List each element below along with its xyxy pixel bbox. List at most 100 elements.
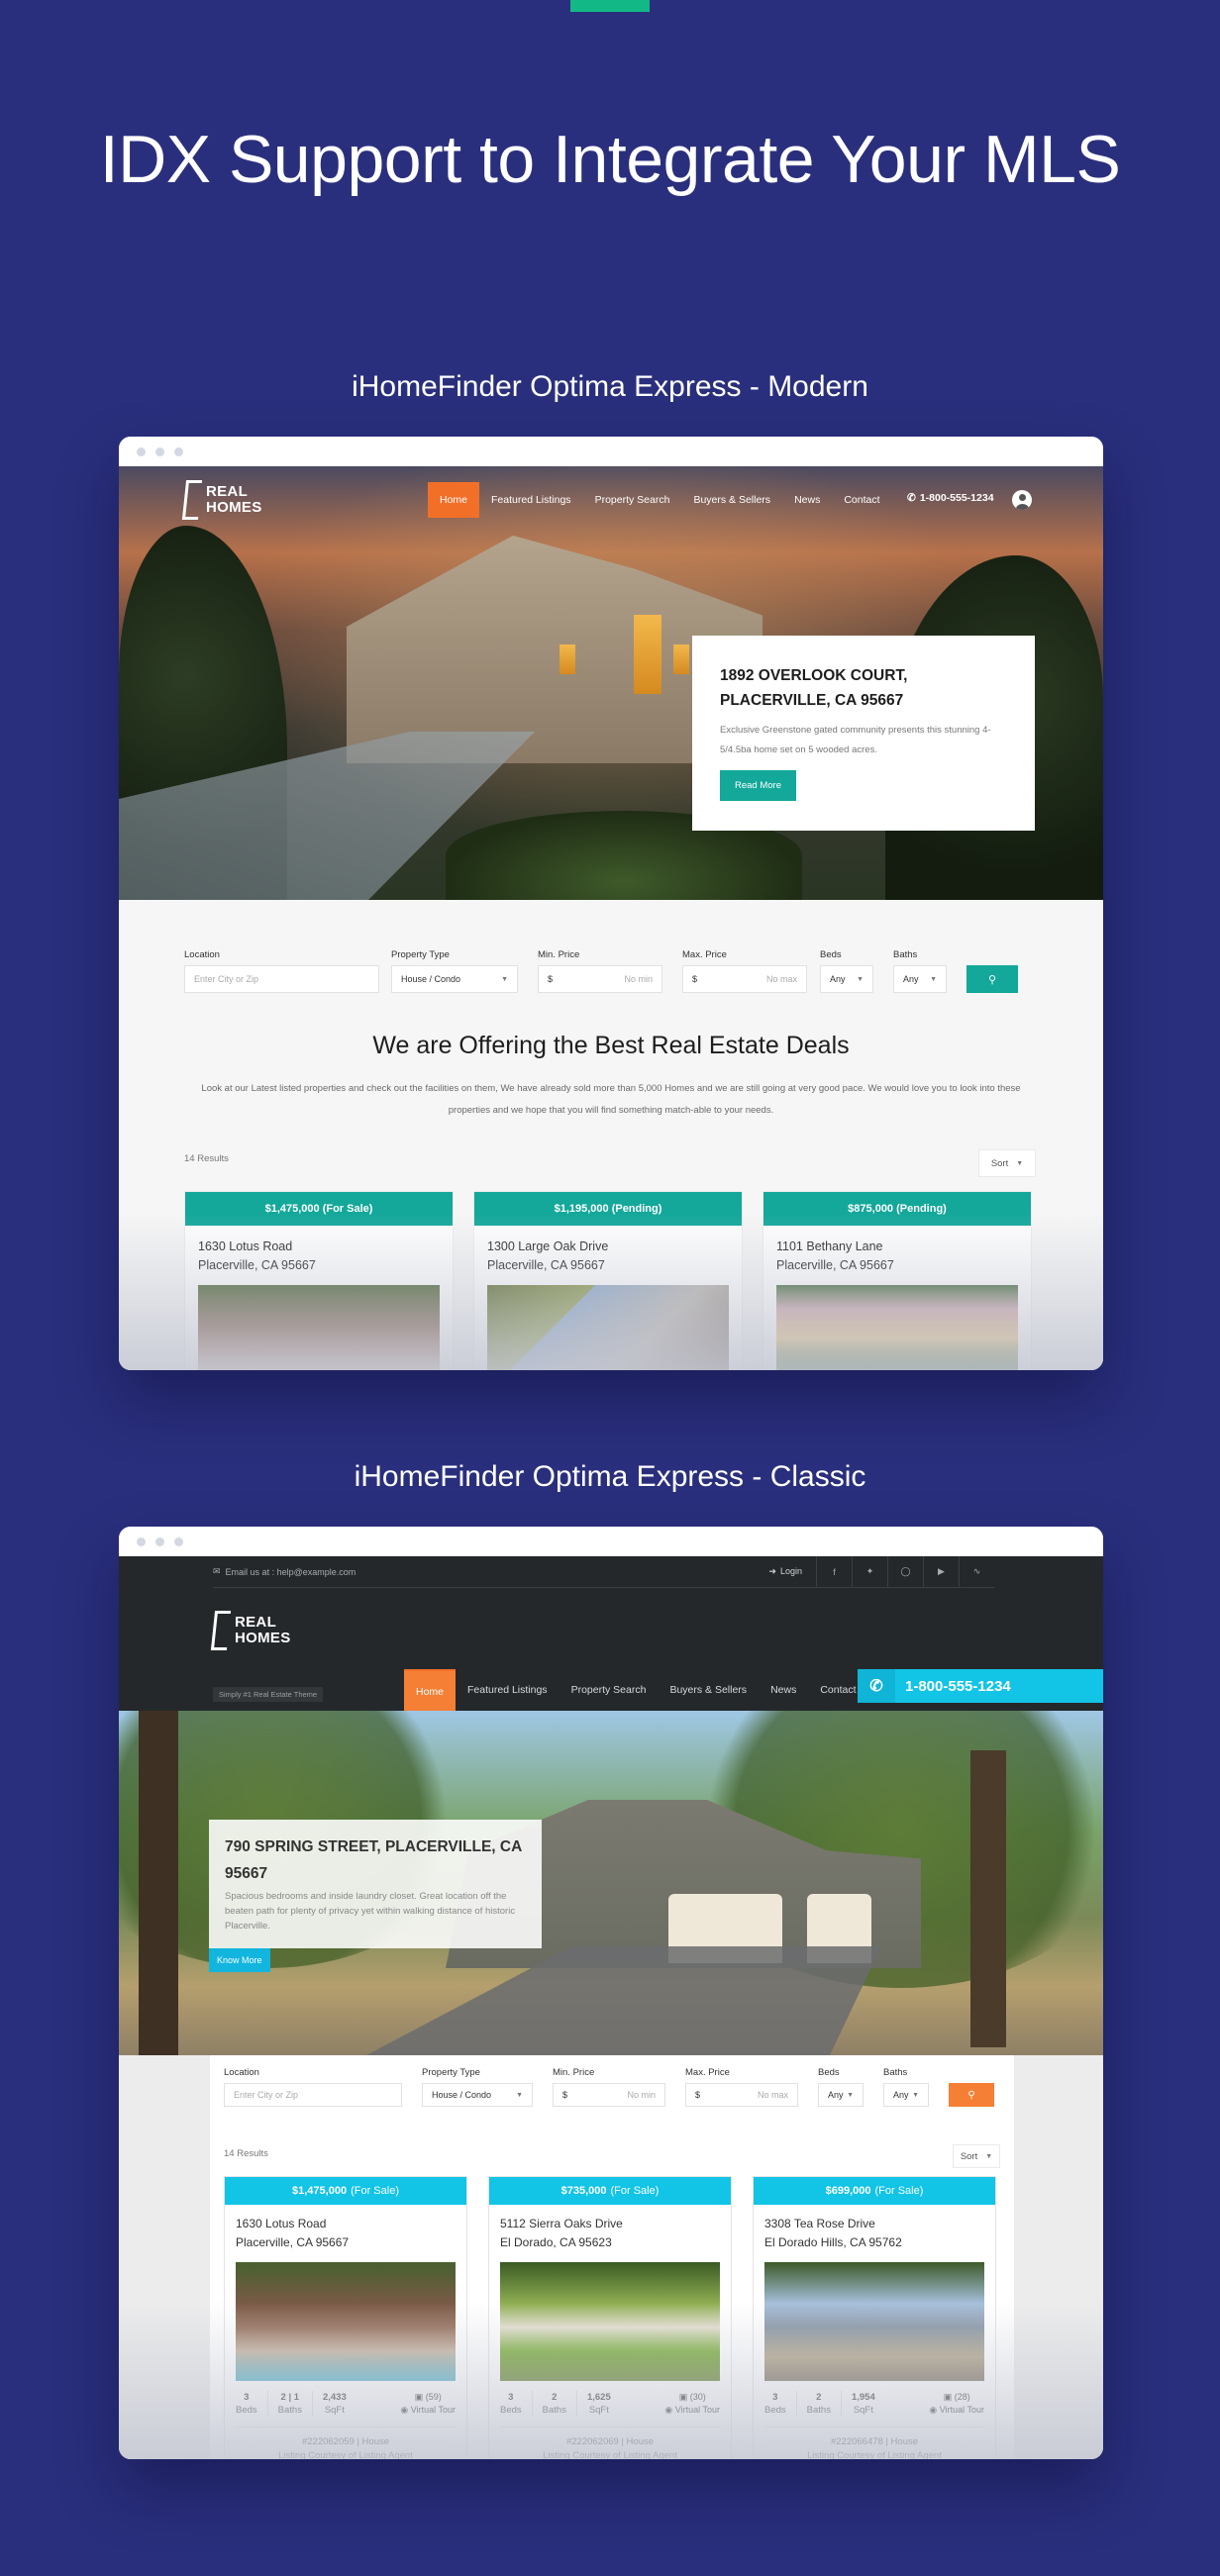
instagram-icon[interactable]: ◯ xyxy=(887,1555,923,1588)
photo-count[interactable]: ▣ (30) xyxy=(664,2391,720,2404)
listing-photo[interactable] xyxy=(198,1285,440,1370)
nav-home[interactable]: Home xyxy=(428,482,480,518)
nav-news[interactable]: News xyxy=(759,1669,808,1711)
sqft-value: 2,433 xyxy=(322,2392,347,2403)
browser-titlebar xyxy=(119,1527,1103,1556)
listing-card[interactable]: $1,195,000 (Pending) 1300 Large Oak Driv… xyxy=(473,1191,743,1370)
login-link[interactable]: ➜ Login xyxy=(768,1566,816,1577)
listing-status: (For Sale) xyxy=(351,2185,399,2197)
nav-property-search[interactable]: Property Search xyxy=(559,1669,659,1711)
nav-featured-listings[interactable]: Featured Listings xyxy=(479,482,583,518)
virtual-tour-link[interactable]: ◉ Virtual Tour xyxy=(929,2404,984,2417)
sort-dropdown[interactable]: Sort ▼ xyxy=(953,2144,1000,2168)
header-phone[interactable]: ✆ 1-800-555-1234 xyxy=(858,1669,1103,1703)
nav-contact[interactable]: Contact xyxy=(832,482,891,518)
listing-card[interactable]: $735,000 (For Sale) 5112 Sierra Oaks Dri… xyxy=(488,2176,732,2459)
nav-featured-listings[interactable]: Featured Listings xyxy=(456,1669,559,1711)
read-more-button[interactable]: Read More xyxy=(720,770,796,801)
beds-select[interactable]: Any ▼ xyxy=(818,2083,864,2107)
property-type-select[interactable]: House / Condo ▼ xyxy=(391,965,518,993)
camera-icon: ▣ xyxy=(678,2392,688,2402)
site-logo[interactable]: REAL HOMES xyxy=(210,1611,291,1650)
nav-buyers-sellers[interactable]: Buyers & Sellers xyxy=(681,482,782,518)
modern-content: Location Enter City or Zip Property Type… xyxy=(119,900,1103,1370)
twitter-icon[interactable]: ✦ xyxy=(852,1555,887,1588)
listing-status: (For Sale) xyxy=(874,2185,924,2197)
listing-photo[interactable] xyxy=(764,2262,984,2381)
baths-select[interactable]: Any ▼ xyxy=(883,2083,929,2107)
chevron-down-icon: ▼ xyxy=(930,975,937,983)
baths-value: 2 | 1 xyxy=(280,2392,300,2403)
listing-photo[interactable] xyxy=(776,1285,1018,1370)
chevron-down-icon: ▼ xyxy=(1016,1159,1024,1167)
header-email[interactable]: ✉ Email us at : help@example.com xyxy=(213,1566,356,1577)
know-more-button[interactable]: Know More xyxy=(209,1948,270,1972)
featured-property-title: 790 SPRING STREET, PLACERVILLE, CA 95667 xyxy=(225,1838,522,1882)
results-count: 14 Results xyxy=(184,1153,229,1164)
photo-count[interactable]: ▣ (59) xyxy=(400,2391,456,2404)
min-price-label: Min. Price xyxy=(538,949,580,960)
sort-dropdown[interactable]: Sort ▼ xyxy=(978,1149,1036,1177)
listing-footer: #222066478 | House Listing Courtesy of L… xyxy=(764,2427,984,2459)
modern-hero: REAL HOMES Home Featured Listings Proper… xyxy=(119,466,1103,900)
listing-photo[interactable] xyxy=(487,1285,729,1370)
min-price-input[interactable]: $ No min xyxy=(553,2083,665,2107)
browser-titlebar xyxy=(119,437,1103,466)
listing-address[interactable]: 1101 Bethany Lane Placerville, CA 95667 xyxy=(763,1226,1031,1275)
beds-select[interactable]: Any ▼ xyxy=(820,965,873,993)
listing-price: $1,195,000 (Pending) xyxy=(474,1192,742,1226)
virtual-tour-link[interactable]: ◉ Virtual Tour xyxy=(664,2404,720,2417)
photo-count[interactable]: ▣ (28) xyxy=(929,2391,984,2404)
youtube-icon[interactable]: ▶ xyxy=(923,1555,959,1588)
nav-news[interactable]: News xyxy=(782,482,832,518)
listing-card[interactable]: $875,000 (Pending) 1101 Bethany Lane Pla… xyxy=(762,1191,1032,1370)
search-button[interactable]: ⚲ xyxy=(949,2083,994,2107)
max-price-input[interactable]: $ No max xyxy=(685,2083,798,2107)
listing-address[interactable]: 1300 Large Oak Drive Placerville, CA 956… xyxy=(474,1226,742,1275)
phone-number: 1-800-555-1234 xyxy=(905,1677,1011,1695)
facebook-icon[interactable]: f xyxy=(816,1555,852,1588)
listing-stats: 3 Beds 2 Baths 1,625 SqFt ▣ (30) ◉ Virtual … xyxy=(500,2391,720,2417)
listing-photo[interactable] xyxy=(236,2262,456,2381)
login-icon: ➜ xyxy=(768,1566,776,1576)
search-button[interactable]: ⚲ xyxy=(966,965,1018,993)
virtual-tour-link[interactable]: ◉ Virtual Tour xyxy=(400,2404,456,2417)
page-title: IDX Support to Integrate Your MLS xyxy=(99,122,1121,197)
beds-label: Beds xyxy=(820,949,842,960)
nav-home[interactable]: Home xyxy=(404,1669,457,1711)
beds-value: 3 xyxy=(772,2392,778,2403)
window-dot xyxy=(137,1536,146,1546)
site-logo[interactable]: REAL HOMES xyxy=(181,480,262,520)
play-circle-icon: ◉ xyxy=(664,2405,673,2415)
nav-buyers-sellers[interactable]: Buyers & Sellers xyxy=(658,1669,759,1711)
logo-text-line1: REAL xyxy=(206,483,249,500)
listing-address[interactable]: 1630 Lotus Road Placerville, CA 95667 xyxy=(225,2205,466,2252)
location-input[interactable]: Enter City or Zip xyxy=(184,965,379,993)
listing-card[interactable]: $699,000 (For Sale) 3308 Tea Rose Drive … xyxy=(753,2176,996,2459)
hero-image-window xyxy=(634,615,661,694)
classic-header: ✉ Email us at : help@example.com ➜ Login… xyxy=(119,1555,1103,1711)
section-headline: We are Offering the Best Real Estate Dea… xyxy=(372,1032,850,1059)
listing-photo[interactable] xyxy=(500,2262,720,2381)
listing-address[interactable]: 5112 Sierra Oaks Drive El Dorado, CA 956… xyxy=(489,2205,731,2252)
listing-card[interactable]: $1,475,000 (For Sale) 1630 Lotus Road Pl… xyxy=(224,2176,467,2459)
listing-card[interactable]: $1,475,000 (For Sale) 1630 Lotus Road Pl… xyxy=(184,1191,454,1370)
max-price-input[interactable]: $ No max xyxy=(682,965,807,993)
site-tagline: Simply #1 Real Estate Theme xyxy=(213,1687,324,1702)
logo-text-line2: HOMES xyxy=(206,499,262,516)
nav-property-search[interactable]: Property Search xyxy=(583,482,682,518)
featured-property-card: 1892 OVERLOOK COURT, PLACERVILLE, CA 956… xyxy=(692,636,1035,831)
header-phone[interactable]: ✆ 1-800-555-1234 xyxy=(907,492,994,504)
user-icon[interactable] xyxy=(1012,490,1032,510)
property-type-select[interactable]: House / Condo ▼ xyxy=(422,2083,533,2107)
rss-icon[interactable]: ∿ xyxy=(959,1555,994,1588)
listing-address[interactable]: 1630 Lotus Road Placerville, CA 95667 xyxy=(185,1226,453,1275)
listing-stats: 3 Beds 2 | 1 Baths 2,433 SqFt ▣ (59) ◉ Virt… xyxy=(236,2391,456,2417)
main-nav: Home Featured Listings Property Search B… xyxy=(428,482,892,518)
min-price-input[interactable]: $ No min xyxy=(538,965,662,993)
search-icon: ⚲ xyxy=(967,2089,975,2101)
section-title-modern: iHomeFinder Optima Express - Modern xyxy=(352,370,868,403)
listing-address[interactable]: 3308 Tea Rose Drive El Dorado Hills, CA … xyxy=(754,2205,995,2252)
location-input[interactable]: Enter City or Zip xyxy=(224,2083,402,2107)
baths-select[interactable]: Any ▼ xyxy=(893,965,947,993)
